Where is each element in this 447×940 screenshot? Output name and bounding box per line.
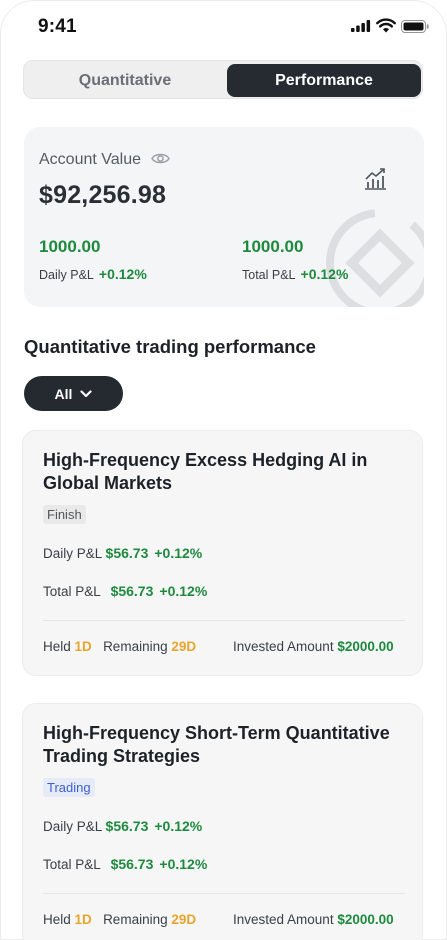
total-pnl-row: Total P&L $56.73 +0.12%	[43, 583, 207, 599]
eye-icon[interactable]	[151, 152, 170, 165]
daily-pnl-percent: +0.12%	[154, 545, 203, 561]
held-value: 1D	[74, 912, 92, 927]
daily-pnl-row: Daily P&L $56.73 +0.12%	[43, 818, 202, 834]
held-value: 1D	[74, 639, 92, 654]
divider	[43, 620, 405, 621]
total-pnl-percent: +0.12%	[159, 583, 208, 599]
cellular-signal-icon	[351, 20, 371, 32]
total-pnl-percent: +0.12%	[159, 856, 208, 872]
wifi-icon	[376, 18, 396, 33]
invested-amount: Invested Amount $2000.00	[233, 639, 394, 654]
invested-label: Invested Amount	[233, 912, 334, 927]
invested-label: Invested Amount	[233, 639, 334, 654]
status-badge: Trading	[43, 778, 95, 797]
strategy-card[interactable]: High-Frequency Excess Hedging AI in Glob…	[22, 430, 423, 676]
remaining-value: 29D	[171, 639, 197, 654]
remaining-label: Remaining	[103, 639, 168, 654]
account-summary-card: Account Value $92,256.98 1000.00 Daily P…	[24, 127, 424, 307]
total-pnl-amount: $56.73	[110, 583, 154, 599]
view-switcher: Quantitative Performance	[23, 60, 423, 99]
daily-pnl-percent: +0.12%	[98, 266, 147, 282]
tab-performance[interactable]: Performance	[227, 64, 421, 97]
total-pnl-label: Total P&L	[43, 584, 101, 599]
held-remaining: Held 1D Remaining 29D	[43, 912, 196, 927]
status-time: 9:41	[38, 16, 77, 37]
total-pnl-percent: +0.12%	[300, 266, 349, 282]
remaining-value: 29D	[171, 912, 197, 927]
strategy-title: High-Frequency Short-Term Quantitative T…	[43, 723, 390, 766]
daily-pnl-amount: $56.73	[105, 545, 149, 561]
total-pnl-row: Total P&L $56.73 +0.12%	[43, 856, 207, 872]
divider	[43, 893, 405, 894]
status-bar: 9:41	[0, 0, 447, 50]
remaining-label: Remaining	[103, 912, 168, 927]
daily-pnl-amount: $56.73	[105, 818, 149, 834]
daily-pnl-percent: +0.12%	[154, 818, 203, 834]
section-title: Quantitative trading performance	[24, 336, 316, 357]
account-value: $92,256.98	[39, 181, 167, 209]
invested-value: $2000.00	[337, 912, 394, 927]
chevron-down-icon	[80, 389, 93, 397]
app-screen: 9:41 Quantitative Performance Account Va…	[0, 0, 447, 940]
daily-pnl-stat: 1000.00 Daily P&L +0.12%	[39, 237, 147, 282]
daily-pnl-label: Daily P&L	[39, 268, 94, 282]
held-label: Held	[43, 639, 71, 654]
status-badge: Finish	[43, 505, 86, 524]
battery-icon	[401, 20, 429, 33]
invested-value: $2000.00	[337, 639, 394, 654]
total-pnl-amount: 1000.00	[242, 237, 304, 256]
filter-dropdown[interactable]: All	[24, 376, 123, 411]
total-pnl-label: Total P&L	[43, 857, 101, 872]
daily-pnl-label: Daily P&L	[43, 819, 102, 834]
strategy-card[interactable]: High-Frequency Short-Term Quantitative T…	[22, 703, 423, 940]
total-pnl-stat: 1000.00 Total P&L +0.12%	[242, 237, 348, 282]
total-pnl-amount: $56.73	[110, 856, 154, 872]
filter-label: All	[54, 385, 73, 402]
daily-pnl-row: Daily P&L $56.73 +0.12%	[43, 545, 202, 561]
total-pnl-label: Total P&L	[242, 268, 296, 282]
invested-amount: Invested Amount $2000.00	[233, 912, 394, 927]
daily-pnl-amount: 1000.00	[39, 237, 101, 256]
chart-trend-icon[interactable]	[363, 167, 388, 191]
daily-pnl-label: Daily P&L	[43, 546, 102, 561]
account-value-label: Account Value	[39, 151, 141, 168]
held-remaining: Held 1D Remaining 29D	[43, 639, 196, 654]
strategy-title: High-Frequency Excess Hedging AI in Glob…	[43, 450, 368, 493]
tab-quantitative[interactable]: Quantitative	[28, 64, 222, 97]
held-label: Held	[43, 912, 71, 927]
